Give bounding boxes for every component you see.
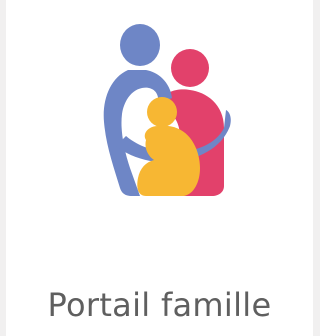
tile-label: Portail famille [47, 286, 272, 324]
page: Portail famille [0, 0, 313, 336]
family-icon [103, 24, 231, 196]
pink-parent-head [171, 49, 209, 87]
blue-parent-head [120, 24, 160, 66]
child-head [147, 97, 177, 127]
portail-famille-tile[interactable]: Portail famille [6, 0, 313, 336]
